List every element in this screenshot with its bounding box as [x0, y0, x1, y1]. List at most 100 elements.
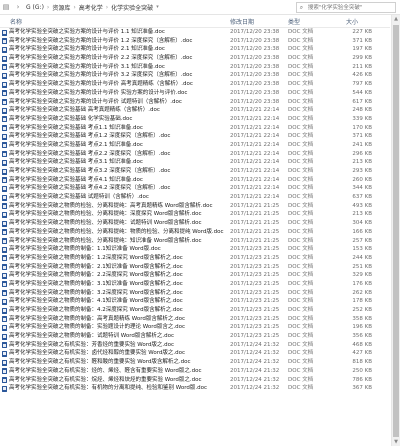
file-row[interactable]: 高考化学实验全突破之实验方案的设计与评价 2.2 深度探究（含解析）.doc 20…: [0, 54, 390, 63]
file-row[interactable]: 高考化学实验全突破之物质的检验、分离和提纯：物质的检验、分离和提纯 Word版.…: [0, 228, 390, 237]
word-document-icon: [2, 107, 7, 114]
file-row[interactable]: 高考化学实验全突破之实验方案的设计与评价 2.1 知识准备.doc 2017/12…: [0, 45, 390, 54]
file-modified-date: 2017/12/24 21:32: [230, 359, 280, 366]
file-row[interactable]: 高考化学实验全突破之物质的制备：试题特训 Word版含解析之.doc 2017/1…: [0, 332, 390, 341]
file-modified-date: 2017/12/23 21:25: [230, 307, 280, 313]
file-row[interactable]: 高考化学实验全突破之实验基础 高考真题精练（含解析）.doc 2017/12/21…: [0, 106, 390, 115]
file-modified-date: 2017/12/21 22:14: [230, 159, 280, 166]
file-row[interactable]: 高考化学实验全突破之有机实验：有机物的分离和提纯、检验和鉴别 Word版.doc…: [0, 384, 390, 393]
file-type: DOC 文档: [288, 46, 314, 53]
file-name: 高考化学实验全突破之实验方案的设计与评价 试题特训（含解析）.doc: [9, 98, 182, 105]
word-document-icon: [2, 238, 7, 244]
word-document-icon: [2, 290, 7, 297]
file-row[interactable]: 高考化学实验全突破之实验方案的设计与评价 1.2 深度探究（含解析）.doc 20…: [0, 37, 390, 46]
file-row[interactable]: 高考化学实验全突破之实验基础 考点3.1 知识准备.doc 2017/12/21 …: [0, 158, 390, 167]
word-document-icon: [2, 272, 7, 279]
breadcrumb-chemistry[interactable]: 高考化学: [77, 3, 105, 12]
file-row[interactable]: 高考化学实验全突破之物质的检验、分离和提纯：深度探究 Word版含解析.doc 2…: [0, 210, 390, 219]
file-row[interactable]: 高考化学实验全突破之物质的制备：实验题设计的理论 Word版含之.doc 2017…: [0, 323, 390, 332]
breadcrumb-library[interactable]: 资源库: [50, 3, 72, 12]
file-row[interactable]: 高考化学实验全突破之实验方案的设计与评价 高考真题精练（含解析）.doc 2017…: [0, 80, 390, 89]
file-row[interactable]: 高考化学实验全突破之实验基础 考点2.1 知识准备.doc 2017/12/21 …: [0, 141, 390, 150]
file-row[interactable]: 高考化学实验全突破之实验基础 考点3.2 深度探究（含解析）.doc 2017/1…: [0, 167, 390, 176]
search-input[interactable]: [305, 3, 395, 12]
file-modified-date: 2017/12/21 22:14: [230, 107, 280, 114]
file-row[interactable]: 高考化学实验全突破之实验方案的设计与评价 3.2 深度探究（含解析）.doc 20…: [0, 71, 390, 80]
file-row[interactable]: 高考化学实验全突破之实验基础 考点1.2 深度探究（含解析）.doc 2017/1…: [0, 132, 390, 141]
file-row[interactable]: 高考化学实验全突破之实验基础 考点2.2 深度探究（含解析）.doc 2017/1…: [0, 150, 390, 159]
file-row[interactable]: 高考化学实验全突破之实验方案的设计与评价 试题特训（含解析）.doc 2017/1…: [0, 98, 390, 107]
file-row[interactable]: 高考化学实验全突破之实验方案的设计与评价 实验方案的设计与评价.doc 2017/…: [0, 89, 390, 98]
file-row[interactable]: 高考化学实验全突破之物质的检验、分离和提纯：知识准备 Word版含解析.doc 2…: [0, 237, 390, 246]
file-row[interactable]: 高考化学实验全突破之物质的制备：2.1知识准备 Word版含解析之.doc 201…: [0, 263, 390, 272]
file-row[interactable]: 高考化学实验全突破之实验基础 化学实验基础.doc 2017/12/21 22:1…: [0, 115, 390, 124]
file-name: 高考化学实验全突破之实验方案的设计与评价 3.1 知识准备.doc: [9, 63, 165, 70]
file-modified-date: 2017/12/23 21:25: [230, 263, 280, 270]
file-size: 371 KB: [352, 37, 372, 44]
file-size: 153 KB: [352, 246, 372, 253]
file-type: DOC 文档: [288, 176, 314, 183]
file-row[interactable]: 高考化学实验全突破之物质的制备：4.1知识准备 Word版含解析之.doc 201…: [0, 297, 390, 306]
file-type: DOC 文档: [288, 150, 314, 157]
file-name: 高考化学实验全突破之实验基础 考点3.1 知识准备.doc: [9, 159, 143, 166]
file-row[interactable]: 高考化学实验全突破之物质的制备：2.2深度探究 Word版含解析之.doc 201…: [0, 271, 390, 280]
file-row[interactable]: 高考化学实验全突破之物质的制备：3.2深度探究 Word版含解析之.doc 201…: [0, 289, 390, 298]
file-row[interactable]: 高考化学实验全突破之实验方案的设计与评价 1.1 知识准备.doc 2017/12…: [0, 28, 390, 37]
file-name: 高考化学实验全突破之实验基础 考点3.2 深度探究（含解析）.doc: [9, 168, 171, 174]
file-type: DOC 文档: [288, 63, 314, 70]
file-name: 高考化学实验全突破之实验方案的设计与评价 1.1 知识准备.doc: [9, 29, 165, 35]
file-name: 高考化学实验全突破之物质的制备：2.2深度探究 Word版含解析之.doc: [9, 272, 183, 279]
breadcrumb-drive[interactable]: G (G:): [24, 4, 46, 11]
file-row[interactable]: 高考化学实验全突破之有机实验：烷烃、烯烃和炔烃的重要实验 Word版之.doc 2…: [0, 376, 390, 385]
file-row[interactable]: 高考化学实验全突破之物质的制备：4.2深度探究 Word版含解析之.doc 201…: [0, 306, 390, 315]
file-row[interactable]: 高考化学实验全突破之物质的制备：高考真题精练 Word版含解析之.doc 2017…: [0, 315, 390, 324]
file-row[interactable]: 高考化学实验全突破之实验基础 考点1.1 知识准备.doc 2017/12/21 …: [0, 124, 390, 133]
chevron-right-icon: ›: [16, 3, 20, 11]
file-row[interactable]: 高考化学实验全突破之有机实验：卤代烃和醇的重要实验 Word版之.doc 2017…: [0, 349, 390, 358]
file-row[interactable]: 高考化学实验全突破之有机实验：烃的、烯烃、醛含有重要实验 Word版之.doc 2…: [0, 367, 390, 376]
file-row[interactable]: 高考化学实验全突破之实验基础 考点4.1 知识准备.doc 2017/12/21 …: [0, 176, 390, 185]
file-row[interactable]: 高考化学实验全突破之物质的制备：1.2深度探究 Word版含解析之.doc 201…: [0, 254, 390, 263]
column-header-type[interactable]: 类型: [288, 17, 300, 26]
file-type: DOC 文档: [288, 37, 314, 44]
file-row[interactable]: 高考化学实验全突破之物质的检验、分离和提纯：试题特训 Word版含解析.doc 2…: [0, 219, 390, 228]
file-list: 高考化学实验全突破之实验方案的设计与评价 1.1 知识准备.doc 2017/12…: [0, 28, 390, 393]
file-row[interactable]: 高考化学实验全突破之物质的制备：3.1知识准备 Word版含解析之.doc 201…: [0, 280, 390, 289]
search-icon: ⌕: [299, 3, 304, 11]
file-size: 356 KB: [352, 333, 372, 340]
scroll-down-arrow-icon[interactable]: ▼: [392, 438, 400, 446]
column-header-date[interactable]: 修改日期: [230, 17, 254, 26]
file-type: DOC 文档: [288, 237, 314, 244]
file-type: DOC 文档: [288, 115, 314, 122]
file-size: 367 KB: [352, 385, 372, 392]
file-row[interactable]: 高考化学实验全突破之有机实验：醛和酸的重要实验 Word版含解析之.doc 201…: [0, 358, 390, 367]
file-name: 高考化学实验全突破之有机实验：芳香烃的重要实验 Word版之.doc: [9, 341, 175, 348]
column-header-size[interactable]: 大小: [346, 17, 372, 26]
vertical-scrollbar[interactable]: ▲ ▼: [391, 15, 400, 446]
scrollbar-thumb[interactable]: [393, 25, 399, 437]
word-document-icon: [2, 125, 7, 132]
file-name: 高考化学实验全突破之有机实验：烃的、烯烃、醛含有重要实验 Word版之.doc: [9, 367, 202, 374]
file-type: DOC 文档: [288, 228, 314, 235]
file-type: DOC 文档: [288, 194, 314, 201]
file-type: DOC 文档: [288, 289, 314, 296]
scroll-up-arrow-icon[interactable]: ▲: [392, 15, 400, 23]
file-row[interactable]: 高考化学实验全突破之有机实验：芳香烃的重要实验 Word版之.doc 2017/1…: [0, 341, 390, 350]
file-row[interactable]: 高考化学实验全突破之实验基础 考点4.2 深度探究（含解析）.doc 2017/1…: [0, 184, 390, 193]
file-modified-date: 2017/12/20 23:38: [230, 98, 280, 105]
file-name: 高考化学实验全突破之物质的制备：4.1知识准备 Word版含解析之.doc: [9, 298, 183, 305]
file-modified-date: 2017/12/20 23:38: [230, 72, 280, 79]
chevron-down-icon[interactable]: ▾: [155, 4, 160, 10]
column-header-name[interactable]: 名称: [10, 17, 22, 26]
word-document-icon: [2, 142, 7, 149]
file-row[interactable]: 高考化学实验全突破之实验方案的设计与评价 3.1 知识准备.doc 2017/12…: [0, 63, 390, 72]
search-box[interactable]: ⌕: [296, 2, 396, 13]
breadcrumb-current-folder[interactable]: 化学实验全突破: [109, 3, 155, 12]
file-row[interactable]: 高考化学实验全突破之物质的检验、分离和提纯：高考真题精练 Word版含解析.do…: [0, 202, 390, 211]
file-size: 468 KB: [352, 341, 372, 348]
file-modified-date: 2017/12/21 21:25: [230, 202, 280, 209]
file-row[interactable]: 高考化学实验全突破之实验基础 试题特训（含解析）.doc 2017/12/21 2…: [0, 193, 390, 202]
file-row[interactable]: 高考化学实验全突破之物质的制备：1.1知识准备 Word版.doc 2017/12…: [0, 245, 390, 254]
file-type: DOC 文档: [288, 159, 314, 166]
file-size: 196 KB: [352, 324, 372, 331]
